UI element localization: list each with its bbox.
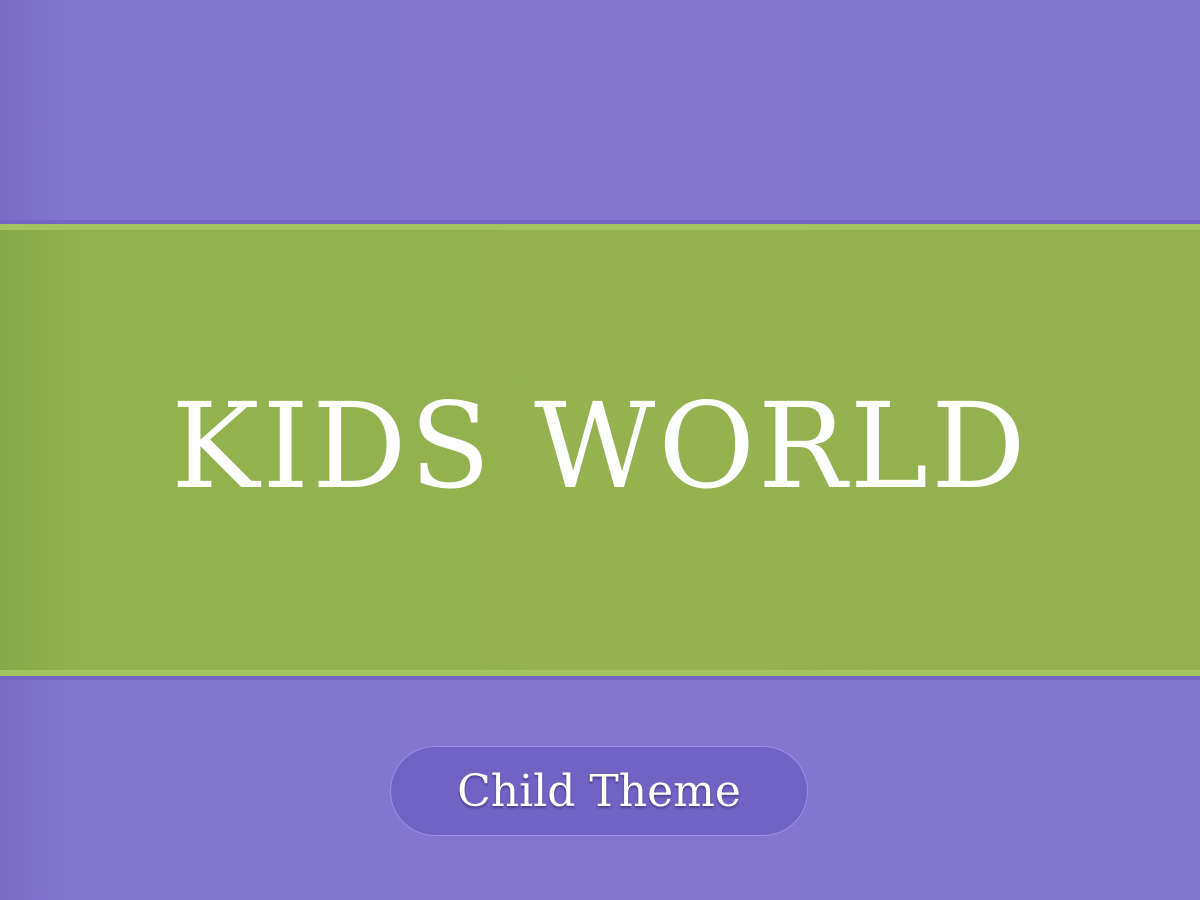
top-purple-band [0,0,1200,220]
child-theme-badge: Child Theme [390,746,808,836]
page-title: KIDS WORLD [171,377,1029,515]
